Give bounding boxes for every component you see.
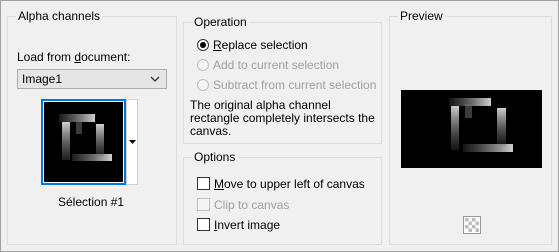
move-to-upper-left-checkbox[interactable] bbox=[197, 177, 210, 190]
add-selection-label[interactable]: Add to current selection bbox=[213, 58, 339, 72]
selection-thumbnail-frame[interactable] bbox=[41, 99, 126, 185]
preview-image-content bbox=[449, 98, 513, 152]
replace-selection-radio[interactable] bbox=[197, 39, 209, 51]
selection-thumbnail bbox=[44, 102, 123, 182]
operation-info-line2: rectangle completely intersects the bbox=[190, 111, 375, 125]
chevron-down-icon bbox=[150, 76, 160, 82]
preview-image bbox=[401, 90, 542, 168]
move-to-upper-left-label[interactable]: Move to upper left of canvas bbox=[214, 177, 365, 191]
replace-selection-label[interactable]: Replace selection bbox=[213, 38, 308, 52]
invert-image-label[interactable]: Invert image bbox=[214, 218, 280, 232]
transparency-toggle-icon[interactable] bbox=[463, 216, 481, 234]
caret-down-icon bbox=[129, 140, 136, 144]
preview-title: Preview bbox=[398, 9, 445, 23]
operation-title: Operation bbox=[192, 15, 249, 29]
operation-info-line3: canvas. bbox=[190, 124, 232, 138]
subtract-selection-label[interactable]: Subtract from current selection bbox=[213, 78, 376, 92]
document-dropdown[interactable]: Image1 bbox=[17, 69, 167, 89]
selection-thumbnail-dropdown[interactable] bbox=[126, 99, 138, 185]
document-dropdown-value: Image1 bbox=[22, 72, 63, 86]
load-from-document-label: Load from document: bbox=[17, 50, 131, 64]
invert-image-checkbox[interactable] bbox=[197, 218, 210, 231]
add-selection-radio[interactable] bbox=[197, 59, 209, 71]
alpha-channels-title: Alpha channels bbox=[16, 9, 103, 23]
clip-to-canvas-checkbox[interactable] bbox=[197, 198, 210, 211]
selection-thumbnail-image bbox=[59, 114, 112, 161]
selection-caption: Sélection #1 bbox=[58, 195, 125, 209]
options-title: Options bbox=[192, 150, 238, 164]
subtract-selection-radio[interactable] bbox=[197, 79, 209, 91]
operation-info-line1: The original alpha channel bbox=[190, 98, 331, 112]
clip-to-canvas-label[interactable]: Clip to canvas bbox=[214, 198, 289, 212]
